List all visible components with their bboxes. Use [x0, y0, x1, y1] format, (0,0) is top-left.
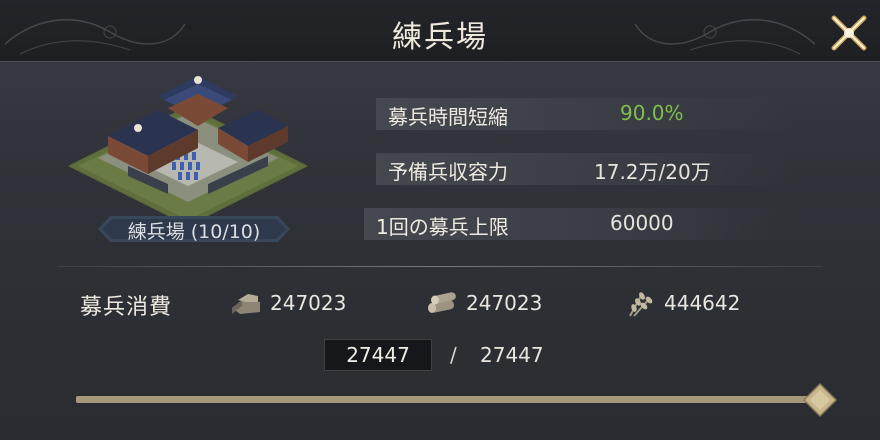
quantity-slider-handle[interactable] [802, 382, 838, 418]
quantity-separator: / [450, 343, 457, 367]
stone-icon [232, 294, 260, 314]
page-title: 練兵場 [392, 20, 488, 55]
divider [58, 266, 822, 267]
stat-value: 17.2万/20万 [594, 160, 711, 184]
quantity-max: 27447 [480, 343, 544, 367]
panel-header: 練兵場 [0, 0, 880, 62]
stat-label: 1回の募兵上限 [376, 215, 509, 239]
quantity-slider-fill [76, 396, 816, 403]
recruit-quantity-input[interactable]: 27447 [324, 339, 432, 371]
training-ground-building-icon [68, 76, 308, 216]
building-name-level: 練兵場 (10/10) [127, 221, 261, 243]
close-button[interactable] [828, 12, 870, 54]
stat-row-reserve-capacity: 予備兵収容力 17.2万/20万 [376, 153, 796, 185]
recruit-panel: 練兵場 練兵場 (10/10) 募兵時間短縮 90.0% 予備兵収容力 17.2… [0, 0, 880, 440]
stat-label: 予備兵収容力 [388, 160, 508, 184]
stat-row-recruit-limit: 1回の募兵上限 60000 [364, 208, 796, 240]
stat-row-recruit-time: 募兵時間短縮 90.0% [376, 98, 796, 130]
recruit-cost-label: 募兵消費 [80, 295, 173, 320]
quantity-slider-track[interactable] [76, 396, 816, 403]
stat-value: 90.0% [620, 101, 684, 125]
resource-amount: 247023 [270, 291, 347, 315]
grain-icon [629, 292, 653, 317]
stat-value: 60000 [610, 211, 674, 235]
resource-amount: 444642 [664, 291, 741, 315]
stat-label: 募兵時間短縮 [388, 105, 508, 129]
wood-icon [428, 292, 456, 313]
building-level-label: 練兵場 (10/10) [98, 214, 290, 244]
resource-amount: 247023 [466, 291, 543, 315]
